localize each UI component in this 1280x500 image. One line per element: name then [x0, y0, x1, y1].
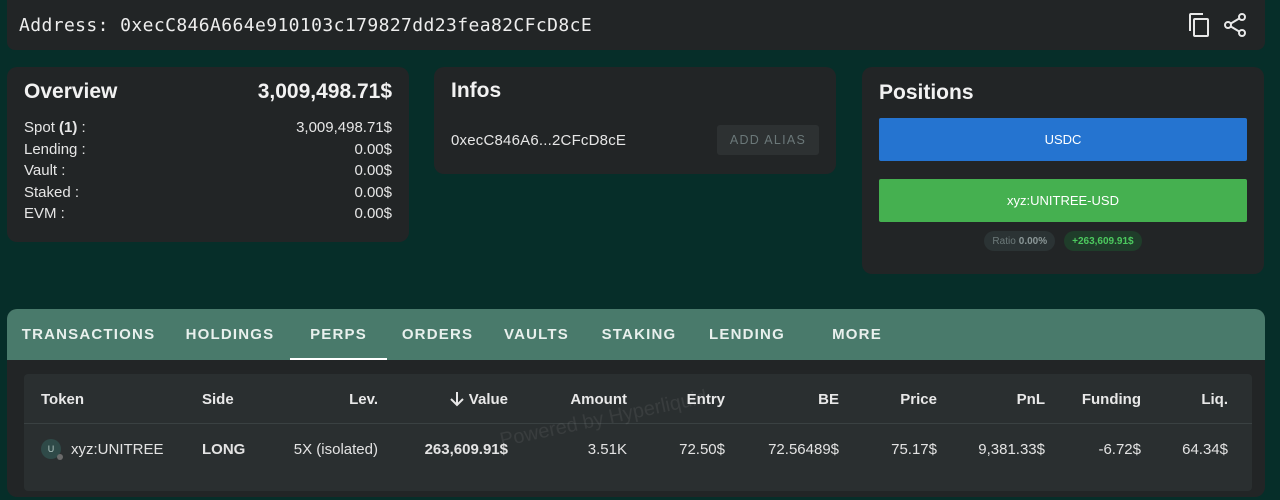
ratio-value: 0.00%: [1018, 235, 1048, 247]
header-price[interactable]: Price: [837, 374, 937, 424]
overview-value: 0.00$: [354, 162, 392, 179]
header-lev[interactable]: Lev.: [278, 374, 378, 424]
address-bar: Address: 0xecC846A664e910103c179827dd23f…: [7, 0, 1265, 50]
cell-side: LONG: [202, 440, 246, 458]
cell-funding: -6.72$: [1098, 440, 1141, 458]
overview-label: Vault :: [24, 162, 66, 179]
add-alias-button[interactable]: ADD ALIAS: [717, 125, 819, 155]
infos-title: Infos: [451, 79, 502, 102]
infos-card: Infos 0xecC846A6...2CFcD8cE ADD ALIAS: [434, 67, 836, 174]
header-be[interactable]: BE: [739, 374, 839, 424]
overview-value: 0.00$: [354, 205, 392, 222]
overview-label: Lending :: [24, 140, 86, 158]
tab-perps[interactable]: PERPS: [290, 309, 387, 360]
header-liq[interactable]: Liq.: [1128, 374, 1228, 424]
short-address: 0xecC846A6...2CFcD8cE: [451, 131, 627, 149]
positions-card: Positions USDC xyz:UNITREE-USD Ratio 0.0…: [862, 67, 1264, 274]
overview-rows: Spot (1) : 3,009,498.71$ Lending : 0.00$…: [24, 117, 392, 225]
tab-bar: TRANSACTIONS HOLDINGS PERPS ORDERS VAULT…: [7, 309, 1265, 360]
position-unitree-button[interactable]: xyz:UNITREE-USD: [879, 179, 1247, 222]
overview-row-vault: Vault : 0.00$: [24, 160, 392, 182]
cell-be: 72.56489$: [768, 440, 839, 458]
header-side[interactable]: Side: [202, 374, 234, 424]
position-usdc-button[interactable]: USDC: [879, 118, 1247, 161]
token-icon: U: [41, 439, 63, 460]
cell-token[interactable]: U xyz:UNITREE: [41, 424, 164, 474]
overview-title: Overview: [24, 80, 118, 103]
cell-pnl: 9,381.33$: [978, 440, 1045, 458]
tab-transactions[interactable]: TRANSACTIONS: [7, 309, 170, 360]
cell-lev: 5X (isolated): [293, 440, 378, 458]
pnl-badge: +263,609.91$: [1064, 231, 1142, 251]
perps-table: Token Side Lev. Value Amount Entry BE Pr…: [24, 374, 1252, 491]
header-entry[interactable]: Entry: [625, 374, 725, 424]
positions-title: Positions: [879, 81, 974, 104]
share-icon[interactable]: [1223, 12, 1247, 38]
header-amount[interactable]: Amount: [527, 374, 627, 424]
overview-value: 3,009,498.71$: [296, 119, 392, 136]
header-funding[interactable]: Funding: [1041, 374, 1141, 424]
overview-value: 0.00$: [354, 140, 392, 158]
ratio-badge: Ratio 0.00%: [984, 231, 1056, 251]
tab-staking[interactable]: STAKING: [585, 309, 693, 360]
overview-value: 0.00$: [354, 183, 392, 201]
ratio-label: Ratio: [992, 235, 1016, 247]
header-value-sort[interactable]: Value: [408, 374, 508, 424]
tab-orders[interactable]: ORDERS: [387, 309, 488, 360]
arrow-down-icon: [450, 392, 464, 407]
cell-value: 263,609.91$: [424, 440, 508, 458]
overview-label-suffix: :: [77, 119, 86, 136]
cell-liq: 64.34$: [1182, 440, 1228, 458]
address-text: Address: 0xecC846A664e910103c179827dd23f…: [19, 14, 593, 36]
overview-row-lending: Lending : 0.00$: [24, 139, 392, 161]
overview-label: Staked :: [24, 183, 80, 201]
address-actions: [1187, 12, 1247, 38]
overview-row-staked: Staked : 0.00$: [24, 182, 392, 204]
overview-count: (1): [59, 119, 78, 136]
tab-vaults[interactable]: VAULTS: [488, 309, 585, 360]
header-pnl[interactable]: PnL: [945, 374, 1045, 424]
cell-price: 75.17$: [891, 440, 937, 458]
tab-lending[interactable]: LENDING: [693, 309, 801, 360]
tab-holdings[interactable]: HOLDINGS: [170, 309, 290, 360]
table-row[interactable]: U xyz:UNITREE LONG 5X (isolated) 263,609…: [24, 424, 1252, 474]
table-header: Token Side Lev. Value Amount Entry BE Pr…: [24, 374, 1252, 424]
tabs-panel: TRANSACTIONS HOLDINGS PERPS ORDERS VAULT…: [7, 309, 1265, 497]
tab-more[interactable]: MORE: [801, 309, 913, 360]
token-name: xyz:UNITREE: [71, 440, 164, 458]
overview-total: 3,009,498.71$: [257, 80, 392, 103]
copy-icon[interactable]: [1187, 12, 1211, 38]
header-value: Value: [468, 390, 508, 408]
overview-row-evm: EVM : 0.00$: [24, 203, 392, 225]
overview-row-spot: Spot (1) : 3,009,498.71$: [24, 117, 392, 139]
overview-label: EVM :: [24, 205, 65, 222]
cell-amount: 3.51K: [587, 440, 627, 458]
header-token[interactable]: Token: [41, 374, 84, 424]
overview-card: Overview 3,009,498.71$ Spot (1) : 3,009,…: [7, 67, 409, 242]
cell-entry: 72.50$: [679, 440, 725, 458]
overview-label: Spot: [24, 119, 55, 136]
